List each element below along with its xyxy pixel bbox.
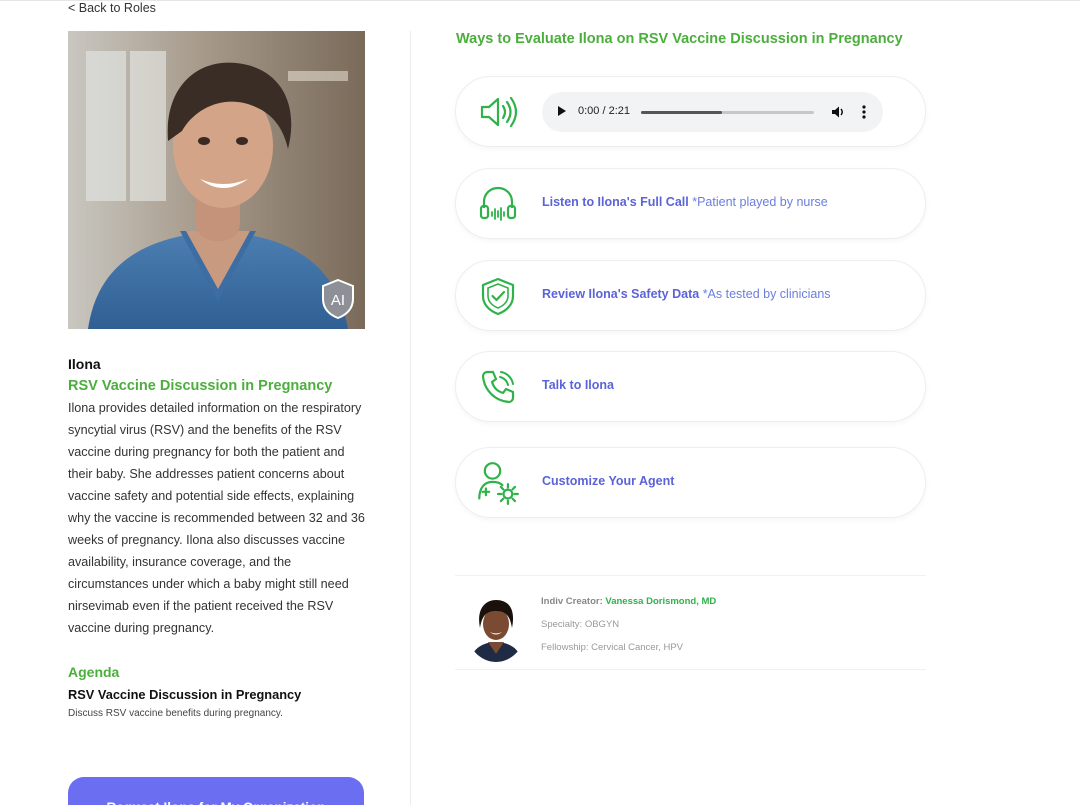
creator-avatar (466, 594, 526, 662)
creator-line: Indiv Creator: Vanessa Dorismond, MD (541, 596, 716, 607)
card-label[interactable]: Talk to Ilona (542, 378, 614, 392)
review-safety-data-link[interactable]: Review Ilona's Safety Data (542, 287, 699, 301)
creator-specialty: Specialty: OBGYN (541, 619, 620, 630)
audio-sample-card: 0:00 / 2:21 (455, 76, 926, 147)
review-safety-data-card[interactable]: Review Ilona's Safety Data *As tested by… (455, 260, 926, 331)
agent-role: RSV Vaccine Discussion in Pregnancy (68, 378, 333, 394)
creator-name[interactable]: Vanessa Dorismond, MD (605, 596, 716, 607)
request-agent-button[interactable]: Request Ilona for My Organization (68, 777, 364, 805)
agenda-title: Agenda (68, 664, 120, 680)
agenda-item-title: RSV Vaccine Discussion in Pregnancy (68, 687, 302, 702)
audio-time: 0:00 / 2:21 (578, 105, 630, 117)
audio-seek-bar[interactable] (641, 111, 814, 114)
evaluate-section-title: Ways to Evaluate Ilona on RSV Vaccine Di… (456, 31, 903, 47)
more-options-icon[interactable] (856, 104, 872, 120)
card-label[interactable]: Customize Your Agent (542, 474, 674, 488)
top-divider (0, 0, 1080, 1)
creator-photo (466, 594, 526, 662)
phone-icon (481, 370, 515, 404)
card-label[interactable]: Listen to Ilona's Full Call *Patient pla… (542, 195, 828, 209)
review-safety-data-note: *As tested by clinicians (702, 287, 831, 301)
creator-fellowship: Fellowship: Cervical Cancer, HPV (541, 642, 684, 653)
agenda-item-description: Discuss RSV vaccine benefits during preg… (68, 708, 283, 719)
talk-to-agent-card[interactable]: Talk to Ilona (455, 351, 926, 422)
volume-icon[interactable] (830, 104, 846, 120)
customize-agent-card[interactable]: Customize Your Agent (455, 447, 926, 518)
ai-badge-text: AI (331, 292, 345, 309)
back-to-roles-link[interactable]: < Back to Roles (68, 1, 156, 15)
listen-full-call-note: *Patient played by nurse (692, 195, 828, 209)
agent-description: Ilona provides detailed information on t… (68, 401, 365, 635)
headset-icon (479, 186, 517, 221)
audio-player[interactable]: 0:00 / 2:21 (542, 92, 883, 132)
column-divider (410, 31, 411, 805)
creator-prefix: Indiv Creator: (541, 596, 603, 607)
listen-full-call-link[interactable]: Listen to Ilona's Full Call (542, 195, 689, 209)
play-icon[interactable] (558, 106, 566, 116)
ai-badge-icon: AI (322, 279, 354, 319)
listen-full-call-card[interactable]: Listen to Ilona's Full Call *Patient pla… (455, 168, 926, 239)
customize-agent-link[interactable]: Customize Your Agent (542, 474, 674, 488)
shield-check-icon (481, 277, 515, 316)
speaker-icon (480, 96, 518, 128)
agent-name: Ilona (68, 356, 101, 372)
talk-to-agent-link[interactable]: Talk to Ilona (542, 378, 614, 392)
user-gear-icon (478, 462, 519, 505)
card-label[interactable]: Review Ilona's Safety Data *As tested by… (542, 287, 831, 301)
agent-info: Ilona RSV Vaccine Discussion in Pregnanc… (68, 355, 368, 720)
agent-portrait: AI (68, 31, 365, 329)
creator-info: Indiv Creator: Vanessa Dorismond, MD Spe… (455, 575, 926, 670)
audio-seek-progress (641, 111, 723, 114)
